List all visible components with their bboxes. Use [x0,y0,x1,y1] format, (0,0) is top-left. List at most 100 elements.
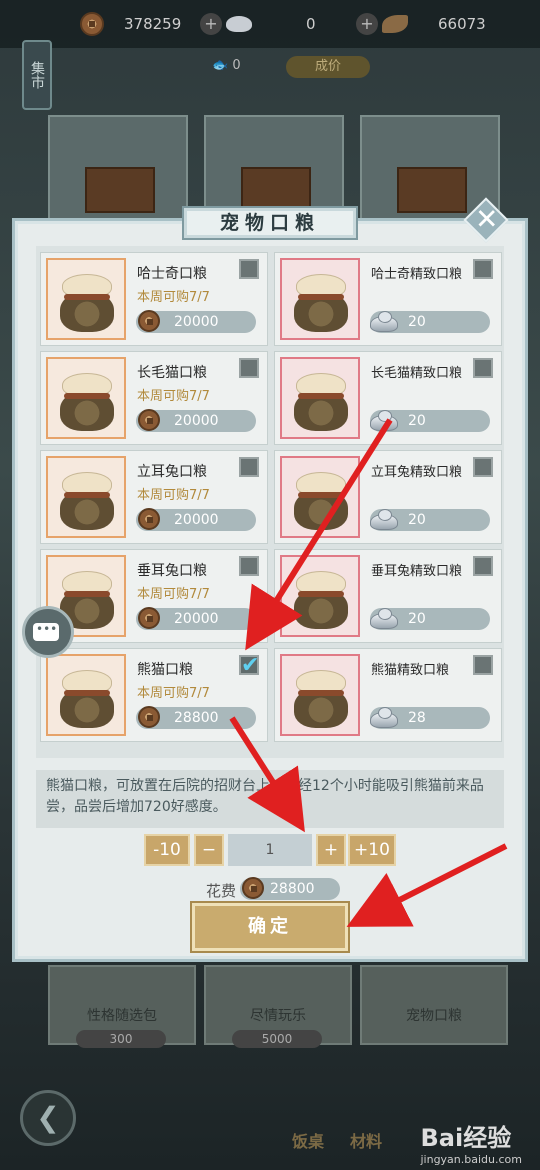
item-thumbnail [46,258,126,340]
item-price: 20000 [136,310,256,333]
coin-shape [138,508,160,530]
leaf-amount: 66073 [438,15,486,33]
watermark-text: Bai经验 [420,1124,512,1152]
silver-ingot-icon [370,407,398,433]
back-button[interactable]: ❮ [20,1090,76,1146]
shop-item-card[interactable]: 立耳兔口粮本周可购7/7 20000 [40,450,268,544]
add-ingot-button[interactable]: + [200,13,222,35]
sack-tie [298,393,344,399]
price-value: 28800 [174,710,219,726]
item-price: 20000 [136,409,256,433]
item-price: 20000 [136,508,256,532]
price-value: 20000 [174,413,219,429]
bottom-label-2: 尽情玩乐 [250,1008,306,1024]
coin-icon [138,508,162,532]
coin-balance: 378259 [80,10,181,38]
weekly-limit: 本周可购7/7 [137,488,210,503]
coin-shape [138,706,160,728]
nav-label-1[interactable]: 饭桌 [292,1128,324,1152]
leaf-icon [382,15,408,33]
chest-icon [397,167,467,213]
item-checkbox[interactable] [473,358,493,378]
item-price: 28 [370,707,490,729]
price-value: 20000 [174,611,219,627]
item-price: 20 [370,311,490,333]
item-checkbox[interactable] [473,259,493,279]
shop-item-card[interactable]: 垂耳兔精致口粮 20 [274,549,502,643]
coin-amount: 378259 [124,15,182,33]
plus-10-button[interactable]: +10 [348,834,396,866]
coin-shape [138,310,160,332]
item-thumbnail [280,654,360,736]
confirm-button[interactable]: 确定 [192,903,348,951]
item-thumbnail [280,258,360,340]
bottom-price-1: 300 [76,1030,166,1048]
coin-icon [138,409,162,433]
chat-bubble-icon [33,622,59,641]
gold-pill: 成价 [286,56,370,78]
shop-item-card[interactable]: 长毛猫口粮本周可购7/7 20000 [40,351,268,445]
coin-icon [138,607,162,631]
minus-button[interactable]: − [194,834,224,866]
price-value: 20 [408,611,426,627]
nav-label-2[interactable]: 材料 [350,1128,382,1152]
shop-item-card[interactable]: 长毛猫精致口粮 20 [274,351,502,445]
silver-shape [370,509,398,530]
item-checkbox[interactable] [239,259,259,279]
market-tag[interactable]: 集市 [22,40,52,110]
shop-item-card[interactable]: 哈士奇精致口粮 20 [274,252,502,346]
shop-item-card[interactable]: 哈士奇口粮本周可购7/7 20000 [40,252,268,346]
item-price: 20 [370,608,490,630]
item-checkbox[interactable] [473,556,493,576]
minus-10-button[interactable]: -10 [144,834,190,866]
ingot-amount: 0 [306,15,316,33]
silver-shape [370,608,398,629]
coin-shape [138,607,160,629]
price-value: 20 [408,314,426,330]
item-checkbox[interactable] [239,653,259,678]
plus-button[interactable]: + [316,834,346,866]
food-sack-icon [58,670,116,728]
item-thumbnail [280,555,360,637]
item-name: 熊猫精致口粮 [371,663,450,678]
cost-amount: 28800 [270,881,315,897]
food-sack-icon [58,472,116,530]
item-checkbox[interactable] [239,556,259,576]
item-name: 立耳兔口粮 [137,464,207,480]
silver-shape [370,410,398,431]
sack-tie [64,393,110,399]
add-leaf-button[interactable]: + [356,13,378,35]
sack-tie [64,492,110,498]
dialog-title: 宠物口粮 [182,206,358,240]
item-price: 20 [370,410,490,432]
food-sack-icon [292,571,350,629]
price-value: 20000 [174,512,219,528]
weekly-limit: 本周可购7/7 [137,389,210,404]
item-name: 哈士奇口粮 [137,266,207,282]
shop-item-card[interactable]: 熊猫精致口粮 28 [274,648,502,742]
food-sack-icon [58,274,116,332]
item-name: 长毛猫口粮 [137,365,207,381]
sack-tie [298,492,344,498]
shop-item-card[interactable]: 垂耳兔口粮本周可购7/7 20000 [40,549,268,643]
cost-value: 28800 [240,877,340,900]
price-value: 28 [408,710,426,726]
shop-item-card[interactable]: 熊猫口粮本周可购7/7 28800 [40,648,268,742]
item-checkbox[interactable] [239,457,259,477]
chat-button[interactable] [22,606,74,658]
item-checkbox[interactable] [473,457,493,477]
sack-tie [64,690,110,696]
leaf-balance: + 66073 [356,10,486,38]
sack-tie [298,591,344,597]
weekly-limit: 本周可购7/7 [137,290,210,305]
weekly-limit: 本周可购7/7 [137,587,210,602]
shop-item-card[interactable]: 立耳兔精致口粮 20 [274,450,502,544]
quantity-input[interactable]: 1 [228,834,312,866]
silver-ingot-icon [370,308,398,334]
item-thumbnail [46,654,126,736]
item-name: 垂耳兔口粮 [137,563,207,579]
item-checkbox[interactable] [239,358,259,378]
price-value: 20000 [174,314,219,330]
item-checkbox[interactable] [473,655,493,675]
sack-tie [64,294,110,300]
